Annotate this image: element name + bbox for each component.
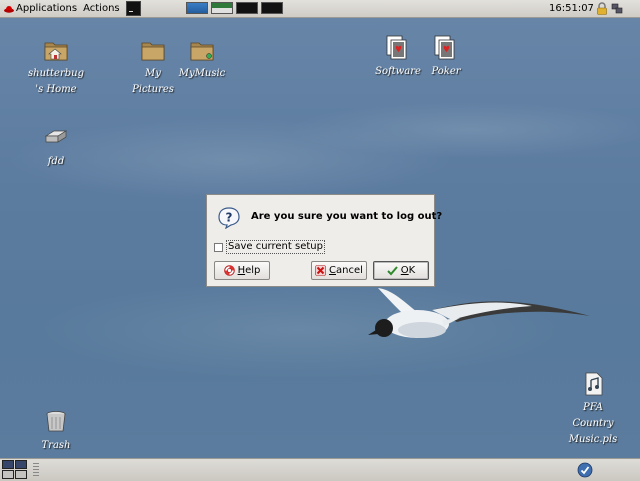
actions-label: Actions [83, 3, 120, 14]
network-icon[interactable] [611, 2, 623, 15]
save-setup-option[interactable]: Save current setup [214, 240, 325, 254]
desktop-icon-label: PFA Country Music.pls [568, 402, 618, 445]
desktop-icon-label: MyMusic [178, 68, 226, 79]
home-folder-icon [44, 42, 68, 61]
applications-menu[interactable]: Applications [0, 0, 80, 17]
ok-button-label: OK [400, 265, 416, 276]
mini-workspace[interactable] [2, 470, 14, 479]
desktop-icon-trash[interactable]: Trash [19, 408, 93, 454]
question-icon: ? [218, 207, 240, 229]
desktop-icon-label: Poker [431, 66, 461, 77]
cards-icon [386, 35, 407, 60]
ok-check-icon [387, 266, 398, 276]
top-panel: Applications Actions 16:51:07 [0, 0, 640, 18]
mini-workspace[interactable] [15, 470, 27, 479]
panel-drag-handle[interactable] [33, 463, 39, 477]
desktop-icon-poker[interactable]: Poker [409, 34, 483, 80]
save-setup-checkbox[interactable] [214, 242, 223, 252]
desktop-icon-mymusic[interactable]: MyMusic [165, 36, 239, 82]
ok-button[interactable]: OK [373, 261, 429, 280]
desktop-icon-label: shutterbug's Home [28, 68, 84, 95]
terminal-icon[interactable] [125, 1, 141, 16]
folder-icon [141, 42, 165, 61]
svg-text:?: ? [226, 211, 233, 225]
workspace-4[interactable] [261, 2, 283, 14]
seagull-wallpaper-image [368, 288, 590, 338]
cards-icon [434, 35, 455, 60]
help-lifebuoy-icon [223, 265, 235, 276]
desktop-icon-fdd[interactable]: fdd [19, 124, 93, 170]
mini-workspace[interactable] [2, 460, 14, 469]
clock[interactable]: 16:51:07 [549, 0, 594, 17]
help-button-label: Help [237, 265, 261, 276]
workspace-3[interactable] [236, 2, 258, 14]
music-folder-icon [190, 42, 214, 61]
workspace-1[interactable] [186, 2, 208, 14]
cancel-x-icon [315, 265, 326, 276]
desktop-icon-label: Trash [41, 440, 71, 451]
cancel-button[interactable]: Cancel [311, 261, 367, 280]
trash-icon [46, 411, 66, 432]
desktop-icon-home[interactable]: shutterbug's Home [19, 36, 93, 98]
workspace-2[interactable] [211, 2, 233, 14]
help-button[interactable]: Help [214, 261, 270, 280]
redhat-icon [4, 5, 14, 13]
bottom-panel [0, 458, 640, 481]
show-desktop-switcher[interactable] [0, 459, 28, 480]
update-notifier-icon[interactable] [577, 462, 593, 478]
cancel-button-label: Cancel [329, 265, 363, 276]
desktop-icon-label: fdd [47, 156, 65, 167]
actions-menu[interactable]: Actions [80, 0, 123, 17]
floppy-drive-icon [44, 130, 68, 143]
dialog-message: Are you sure you want to log out? [251, 211, 443, 222]
mini-workspace[interactable] [15, 460, 27, 469]
desktop-icon-playlist[interactable]: PFA Country Music.pls [556, 370, 630, 448]
logout-dialog: ? Are you sure you want to log out? Save… [206, 194, 442, 287]
workspace-switcher [186, 2, 283, 14]
music-file-icon [585, 372, 603, 396]
applications-label: Applications [16, 3, 78, 14]
save-setup-label[interactable]: Save current setup [226, 240, 325, 254]
lock-icon[interactable] [596, 2, 608, 15]
system-tray [596, 2, 623, 15]
